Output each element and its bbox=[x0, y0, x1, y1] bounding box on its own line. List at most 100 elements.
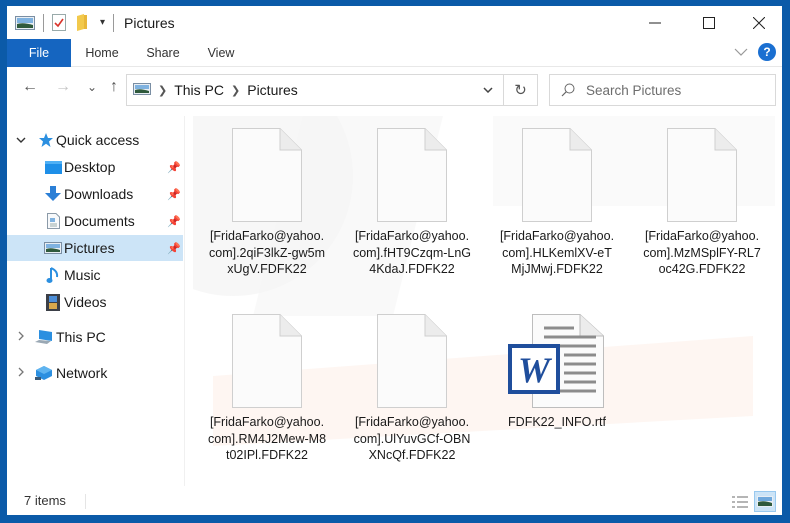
chevron-right-icon[interactable] bbox=[15, 331, 27, 344]
address-bar[interactable]: ❯ This PC ❯ Pictures ↻ bbox=[126, 74, 538, 106]
refresh-button[interactable]: ↻ bbox=[503, 75, 537, 105]
blank-file-icon bbox=[232, 314, 302, 408]
sidebar-item-videos[interactable]: Videos bbox=[7, 289, 183, 315]
tab-home[interactable]: Home bbox=[77, 39, 127, 67]
pin-icon[interactable]: 📌 bbox=[167, 242, 181, 255]
music-icon bbox=[44, 266, 62, 284]
sidebar-item-music[interactable]: Music bbox=[7, 262, 183, 288]
sidebar-label: Music bbox=[64, 267, 101, 283]
computer-icon bbox=[35, 328, 53, 346]
breadcrumb: ❯ This PC ❯ Pictures bbox=[127, 82, 473, 98]
help-button[interactable]: ? bbox=[758, 43, 776, 61]
sidebar-label: Downloads bbox=[64, 186, 134, 202]
breadcrumb-this-pc[interactable]: This PC bbox=[174, 82, 224, 98]
details-view-icon bbox=[732, 495, 748, 508]
sidebar-item-downloads[interactable]: Downloads 📌 bbox=[7, 181, 183, 207]
blank-file-icon bbox=[232, 128, 302, 222]
file-item[interactable]: [FridaFarko@yahoo.com].2qiF3lkZ-gw5mxUgV… bbox=[207, 128, 327, 278]
word-document-icon: W bbox=[508, 314, 604, 408]
sidebar-label: Desktop bbox=[64, 159, 116, 175]
status-bar: 7 items bbox=[7, 488, 782, 515]
chevron-down-icon bbox=[734, 48, 748, 56]
large-icons-view-button[interactable] bbox=[754, 491, 776, 512]
pictures-icon bbox=[44, 239, 62, 257]
sidebar-label: This PC bbox=[56, 329, 106, 345]
file-name: [FridaFarko@yahoo.com].RM4J2Mew-M8t02IPl… bbox=[207, 415, 327, 462]
close-button[interactable] bbox=[736, 6, 782, 39]
sidebar-label: Pictures bbox=[64, 240, 115, 256]
expand-ribbon-button[interactable] bbox=[734, 43, 748, 61]
pictures-icon bbox=[133, 82, 151, 98]
videos-icon bbox=[44, 293, 62, 311]
address-dropdown-button[interactable] bbox=[473, 75, 503, 105]
sidebar-item-quick-access[interactable]: Quick access bbox=[7, 127, 183, 153]
sidebar-item-network[interactable]: Network bbox=[7, 360, 183, 386]
file-list: [FridaFarko@yahoo.com].2qiF3lkZ-gw5mxUgV… bbox=[193, 116, 775, 486]
maximize-button[interactable] bbox=[686, 6, 732, 39]
sidebar-item-documents[interactable]: Documents 📌 bbox=[7, 208, 183, 234]
recent-locations-button[interactable]: ⌄ bbox=[81, 76, 103, 98]
tab-share[interactable]: Share bbox=[138, 39, 188, 67]
file-item[interactable]: [FridaFarko@yahoo.com].RM4J2Mew-M8t02IPl… bbox=[207, 314, 327, 464]
item-count: 7 items bbox=[24, 493, 66, 508]
blank-file-icon bbox=[667, 128, 737, 222]
properties-icon[interactable] bbox=[52, 14, 66, 31]
sidebar-label: Network bbox=[56, 365, 108, 381]
quick-access-toolbar: ▾ Pictures bbox=[7, 6, 175, 39]
file-name: FDFK22_INFO.rtf bbox=[508, 415, 606, 429]
minimize-button[interactable] bbox=[632, 6, 678, 39]
chevron-right-icon: ❯ bbox=[231, 84, 241, 97]
pin-icon[interactable]: 📌 bbox=[167, 188, 181, 201]
tab-file[interactable]: File bbox=[7, 39, 71, 67]
separator bbox=[113, 13, 115, 32]
file-item[interactable]: [FridaFarko@yahoo.com].MzMSplFY-RL7oc42G… bbox=[642, 128, 762, 278]
sidebar-item-desktop[interactable]: Desktop 📌 bbox=[7, 154, 183, 180]
svg-text:W: W bbox=[518, 350, 553, 390]
pin-icon[interactable]: 📌 bbox=[167, 215, 181, 228]
title-bar: ▾ Pictures bbox=[7, 6, 782, 39]
sidebar-label: Documents bbox=[64, 213, 135, 229]
downloads-icon bbox=[44, 185, 62, 203]
sidebar-label: Quick access bbox=[56, 132, 140, 148]
search-input[interactable] bbox=[586, 82, 756, 98]
file-name: [FridaFarko@yahoo.com].HLKemlXV-eTMjJMwj… bbox=[499, 229, 615, 276]
file-item[interactable]: [FridaFarko@yahoo.com].UlYuvGCf-OBNXNcQf… bbox=[352, 314, 472, 464]
breadcrumb-pictures[interactable]: Pictures bbox=[247, 82, 298, 98]
separator bbox=[85, 494, 86, 509]
chevron-down-icon[interactable] bbox=[15, 134, 27, 146]
back-button[interactable]: ← bbox=[19, 76, 41, 98]
sidebar-item-this-pc[interactable]: This PC bbox=[7, 324, 183, 350]
blank-file-icon bbox=[377, 314, 447, 408]
desktop-icon bbox=[44, 158, 62, 176]
minimize-icon bbox=[649, 22, 661, 23]
file-item[interactable]: W FDFK22_INFO.rtf bbox=[497, 314, 617, 431]
ribbon: File Home Share View ? bbox=[7, 39, 782, 67]
network-icon bbox=[35, 364, 53, 382]
chevron-down-icon bbox=[483, 87, 493, 93]
pin-icon[interactable]: 📌 bbox=[167, 161, 181, 174]
large-icons-view-icon bbox=[757, 496, 773, 507]
file-item[interactable]: [FridaFarko@yahoo.com].HLKemlXV-eTMjJMwj… bbox=[497, 128, 617, 278]
pictures-icon[interactable] bbox=[15, 15, 35, 30]
tab-view[interactable]: View bbox=[198, 39, 244, 67]
maximize-icon bbox=[703, 16, 715, 29]
star-icon bbox=[36, 131, 54, 149]
file-item[interactable]: [FridaFarko@yahoo.com].fHT9Czqm-LnG4KdaJ… bbox=[352, 128, 472, 278]
file-name: [FridaFarko@yahoo.com].2qiF3lkZ-gw5mxUgV… bbox=[209, 229, 325, 276]
blank-file-icon bbox=[522, 128, 592, 222]
sidebar-item-pictures[interactable]: Pictures 📌 bbox=[7, 235, 183, 261]
close-icon bbox=[753, 16, 765, 29]
search-icon bbox=[550, 83, 586, 97]
navigation-pane: Quick access Desktop 📌 Downloads 📌 Docum… bbox=[7, 116, 185, 486]
chevron-right-icon[interactable] bbox=[15, 367, 27, 380]
separator bbox=[43, 13, 44, 32]
navigation-bar: ← → ⌄ ↑ ❯ This PC ❯ Pictures ↻ bbox=[7, 68, 782, 108]
forward-button[interactable]: → bbox=[52, 76, 74, 98]
new-folder-icon[interactable] bbox=[76, 14, 88, 31]
details-view-button[interactable] bbox=[729, 491, 751, 512]
customize-dropdown-icon[interactable]: ▾ bbox=[100, 17, 105, 28]
file-explorer-window: ▾ Pictures File Home Share View ? ← → ⌄ … bbox=[7, 6, 782, 515]
search-box[interactable] bbox=[549, 74, 776, 106]
blank-file-icon bbox=[377, 128, 447, 222]
up-button[interactable]: ↑ bbox=[103, 76, 125, 98]
